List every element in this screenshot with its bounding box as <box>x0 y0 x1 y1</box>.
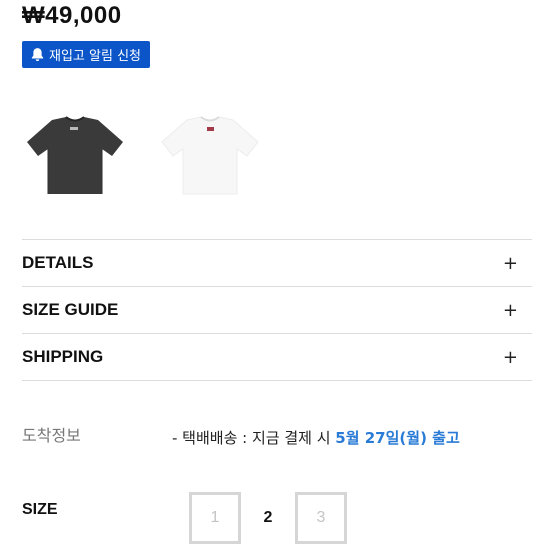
size-label: SIZE <box>22 501 58 518</box>
restock-alert-label: 재입고 알림 신청 <box>49 49 141 64</box>
accordion-shipping-label: SHIPPING <box>22 347 104 366</box>
plus-icon: + <box>502 299 518 321</box>
plus-icon: + <box>502 346 518 368</box>
accordion-size-guide-label: SIZE GUIDE <box>22 300 119 319</box>
arrival-info-text: - 택배배송 : 지금 결제 시 5월 27일(월) 출고 <box>172 427 460 448</box>
size-option-1[interactable]: 1 <box>189 492 241 544</box>
tshirt-black-image <box>27 116 123 194</box>
accordion-details-label: DETAILS <box>22 253 94 272</box>
size-option-3[interactable]: 3 <box>295 492 347 544</box>
size-option-2[interactable]: 2 <box>242 492 294 544</box>
restock-alert-button[interactable]: 재입고 알림 신청 <box>22 41 150 68</box>
arrival-date: 5월 27일(월) <box>335 429 427 447</box>
product-price: ₩49,000 <box>22 2 122 29</box>
accordion-details[interactable]: DETAILS + <box>22 240 532 286</box>
bell-icon <box>30 47 45 62</box>
divider <box>22 380 532 381</box>
color-swatch-black[interactable] <box>25 108 125 200</box>
tshirt-white-image <box>161 116 259 195</box>
product-detail-panel: ₩49,000 재입고 알림 신청 DETAILS + SIZE GUIDE +… <box>0 0 554 554</box>
accordion-shipping[interactable]: SHIPPING + <box>22 334 532 380</box>
arrival-suffix: 출고 <box>426 429 460 447</box>
arrival-info-label: 도착정보 <box>22 426 81 445</box>
color-swatch-white[interactable] <box>160 108 260 200</box>
plus-icon: + <box>502 252 518 274</box>
arrival-prefix: - 택배배송 : 지금 결제 시 <box>172 429 336 447</box>
accordion-size-guide[interactable]: SIZE GUIDE + <box>22 287 532 333</box>
